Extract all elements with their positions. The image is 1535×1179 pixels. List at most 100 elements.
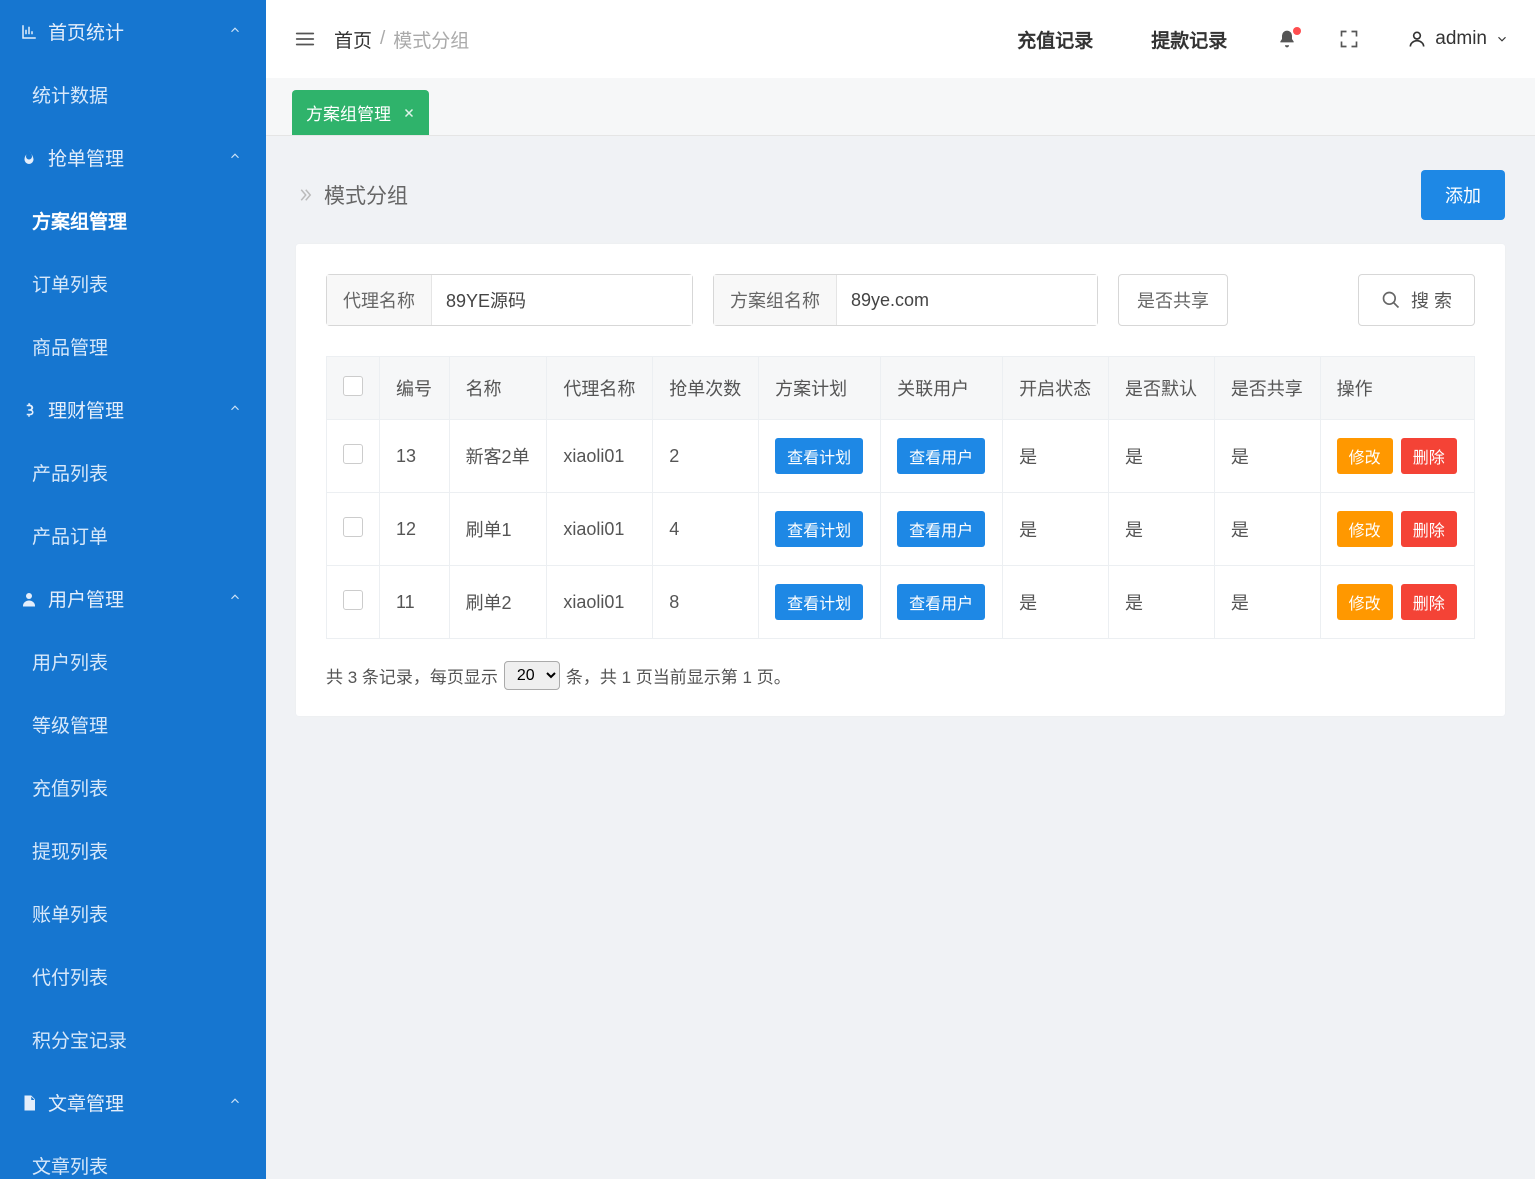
fullscreen-icon[interactable] — [1327, 29, 1371, 49]
close-icon[interactable] — [403, 107, 415, 119]
cell-agent: xiaoli01 — [547, 566, 653, 639]
cell-id: 13 — [380, 420, 450, 493]
menu-toggle-icon[interactable] — [294, 28, 316, 50]
table-body: 13 新客2单 xiaoli01 2 查看计划 查看用户 是 是 是 修改 删除… — [327, 420, 1475, 639]
pagination-prefix: 共 3 条记录，每页显示 — [326, 663, 498, 688]
nav-parent-label: 首页统计 — [48, 18, 228, 45]
view-user-button[interactable]: 查看用户 — [897, 438, 985, 474]
view-plan-button[interactable]: 查看计划 — [775, 438, 863, 474]
breadcrumb-current: 模式分组 — [393, 26, 469, 53]
nav-child-2-1[interactable]: 产品订单 — [0, 504, 266, 567]
view-plan-button[interactable]: 查看计划 — [775, 511, 863, 547]
view-plan-button[interactable]: 查看计划 — [775, 584, 863, 620]
page-size-select[interactable]: 20 — [504, 661, 560, 690]
delete-button[interactable]: 删除 — [1401, 584, 1457, 620]
search-button[interactable]: 搜 索 — [1358, 274, 1475, 326]
share-select-label: 是否共享 — [1137, 287, 1209, 313]
cell-share: 是 — [1214, 566, 1320, 639]
nav-parent-4[interactable]: 文章管理 — [0, 1071, 266, 1134]
cell-agent: xiaoli01 — [547, 493, 653, 566]
content: 模式分组 添加 代理名称 方案组名称 是否共享 搜 索 — [266, 136, 1535, 1179]
user-icon — [18, 590, 40, 608]
nav-child-1-2[interactable]: 商品管理 — [0, 315, 266, 378]
topbar: 首页 / 模式分组 充值记录 提款记录 admin — [266, 0, 1535, 78]
agent-field-input[interactable] — [432, 275, 692, 325]
add-button[interactable]: 添加 — [1421, 170, 1505, 220]
bitcoin-icon — [18, 401, 40, 419]
table-row: 12 刷单1 xiaoli01 4 查看计划 查看用户 是 是 是 修改 删除 — [327, 493, 1475, 566]
cell-count: 4 — [653, 493, 759, 566]
delete-button[interactable]: 删除 — [1401, 511, 1457, 547]
nav-child-3-0[interactable]: 用户列表 — [0, 630, 266, 693]
nav-child-3-2[interactable]: 充值列表 — [0, 756, 266, 819]
cell-default: 是 — [1108, 420, 1214, 493]
cell-share: 是 — [1214, 493, 1320, 566]
chevron-right-icon — [296, 186, 314, 204]
breadcrumb: 首页 / 模式分组 — [334, 26, 469, 53]
user-icon — [1407, 29, 1427, 49]
nav-child-0-0[interactable]: 统计数据 — [0, 63, 266, 126]
edit-button[interactable]: 修改 — [1337, 511, 1393, 547]
content-head: 模式分组 添加 — [296, 156, 1505, 244]
chevron-up-icon — [228, 23, 242, 40]
pagination-suffix: 条，共 1 页当前显示第 1 页。 — [566, 663, 791, 688]
filter-bar: 代理名称 方案组名称 是否共享 搜 索 — [326, 274, 1475, 326]
file-text-icon — [18, 1094, 40, 1112]
row-checkbox[interactable] — [343, 517, 363, 537]
tab-label: 方案组管理 — [306, 100, 391, 125]
sidebar: 首页统计 统计数据 抢单管理 方案组管理订单列表商品管理 理财管理 产品列表产品… — [0, 0, 266, 1179]
recharge-link[interactable]: 充值记录 — [997, 26, 1113, 53]
nav-child-3-4[interactable]: 账单列表 — [0, 882, 266, 945]
user-menu[interactable]: admin — [1389, 28, 1517, 50]
nav-child-3-1[interactable]: 等级管理 — [0, 693, 266, 756]
nav-child-1-1[interactable]: 订单列表 — [0, 252, 266, 315]
nav-child-3-6[interactable]: 积分宝记录 — [0, 1008, 266, 1071]
col-header-2: 代理名称 — [547, 357, 653, 420]
breadcrumb-home[interactable]: 首页 — [334, 26, 372, 53]
col-header-4: 方案计划 — [759, 357, 881, 420]
checkbox-all[interactable] — [343, 376, 363, 396]
view-user-button[interactable]: 查看用户 — [897, 584, 985, 620]
nav-parent-3[interactable]: 用户管理 — [0, 567, 266, 630]
page-title: 模式分组 — [324, 180, 408, 210]
nav-child-3-5[interactable]: 代付列表 — [0, 945, 266, 1008]
nav-child-4-0[interactable]: 文章列表 — [0, 1134, 266, 1179]
chevron-up-icon — [228, 590, 242, 607]
withdraw-link[interactable]: 提款记录 — [1131, 26, 1247, 53]
nav-child-1-0[interactable]: 方案组管理 — [0, 189, 266, 252]
view-user-button[interactable]: 查看用户 — [897, 511, 985, 547]
nav-parent-1[interactable]: 抢单管理 — [0, 126, 266, 189]
cell-open: 是 — [1003, 493, 1109, 566]
row-checkbox[interactable] — [343, 444, 363, 464]
bell-icon[interactable] — [1265, 29, 1309, 49]
cell-share: 是 — [1214, 420, 1320, 493]
cell-open: 是 — [1003, 420, 1109, 493]
nav-parent-0[interactable]: 首页统计 — [0, 0, 266, 63]
col-header-0: 编号 — [380, 357, 450, 420]
col-header-5: 关联用户 — [881, 357, 1003, 420]
cell-count: 2 — [653, 420, 759, 493]
tab-row: 方案组管理 — [266, 78, 1535, 136]
pagination: 共 3 条记录，每页显示 20 条，共 1 页当前显示第 1 页。 — [326, 661, 1475, 690]
row-checkbox[interactable] — [343, 590, 363, 610]
delete-button[interactable]: 删除 — [1401, 438, 1457, 474]
cell-count: 8 — [653, 566, 759, 639]
search-icon — [1381, 290, 1401, 310]
share-select[interactable]: 是否共享 — [1118, 274, 1228, 326]
edit-button[interactable]: 修改 — [1337, 584, 1393, 620]
edit-button[interactable]: 修改 — [1337, 438, 1393, 474]
cell-id: 11 — [380, 566, 450, 639]
cell-default: 是 — [1108, 493, 1214, 566]
cell-name: 刷单2 — [449, 566, 547, 639]
nav-parent-2[interactable]: 理财管理 — [0, 378, 266, 441]
chevron-up-icon — [228, 401, 242, 418]
nav-child-2-0[interactable]: 产品列表 — [0, 441, 266, 504]
tab-plan-group[interactable]: 方案组管理 — [292, 90, 429, 135]
group-field-input[interactable] — [837, 275, 1097, 325]
nav-parent-label: 抢单管理 — [48, 144, 228, 171]
cell-open: 是 — [1003, 566, 1109, 639]
col-header-6: 开启状态 — [1003, 357, 1109, 420]
nav-child-3-3[interactable]: 提现列表 — [0, 819, 266, 882]
chevron-down-icon — [1495, 32, 1509, 46]
col-header-8: 是否共享 — [1214, 357, 1320, 420]
